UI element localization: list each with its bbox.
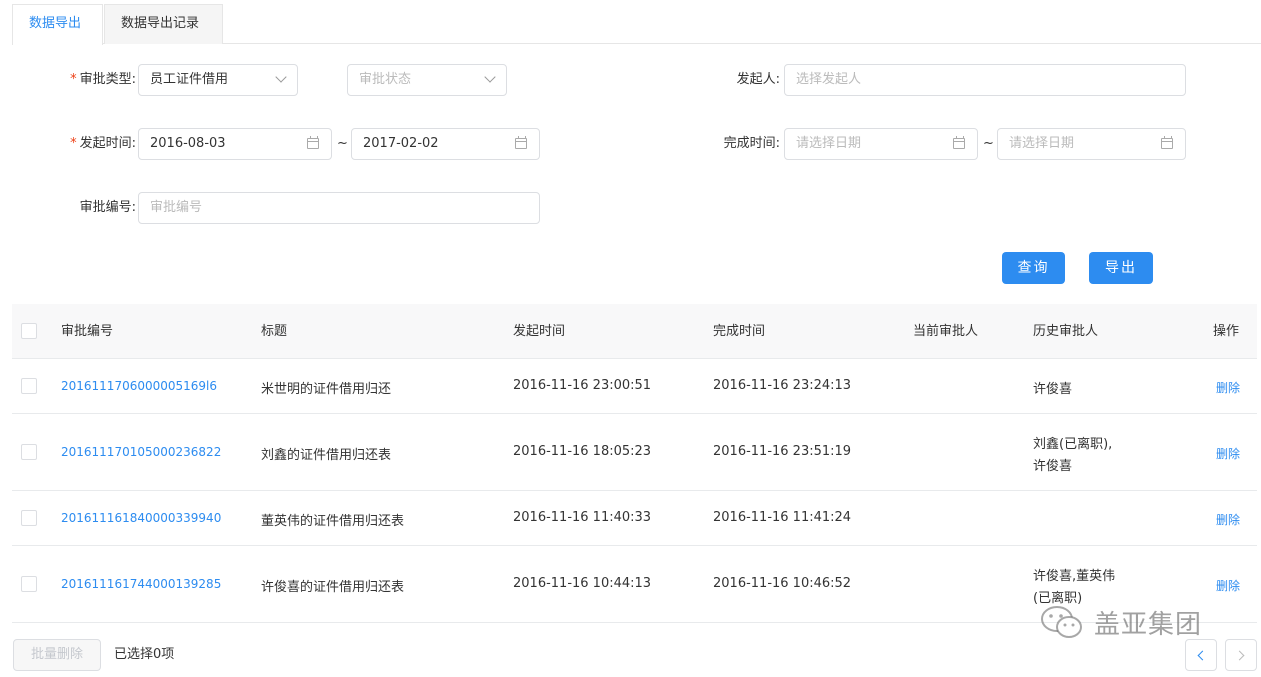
approval-type-label: * 审批类型: — [40, 64, 136, 96]
finish-date-from-picker[interactable]: 请选择日期 — [784, 128, 978, 160]
finish-time-label: 完成时间: — [723, 136, 780, 151]
start-time-label-text: 发起时间: — [79, 136, 136, 151]
query-button[interactable]: 查询 — [1002, 252, 1065, 284]
initiator-label: 发起人: — [736, 72, 780, 87]
select-all-checkbox[interactable] — [21, 323, 37, 339]
calendar-icon — [1161, 136, 1173, 149]
start-date-to-value: 2017-02-02 — [363, 136, 439, 151]
table-header: 审批编号 标题 发起时间 完成时间 当前审批人 历史审批人 操作 — [12, 304, 1257, 359]
column-header: 发起时间 — [513, 324, 566, 339]
tab-data-export[interactable]: 数据导出 — [12, 4, 103, 45]
row-title: 许俊喜的证件借用归还表 — [261, 580, 405, 595]
initiator-select[interactable]: 选择发起人 — [784, 64, 1186, 96]
column-header: 当前审批人 — [913, 324, 979, 339]
approval-id-link[interactable]: 201611161744000139285 — [61, 577, 221, 591]
approval-type-label-text: 审批类型: — [79, 72, 136, 87]
column-header: 完成时间 — [713, 324, 766, 339]
finish-date-to-placeholder: 请选择日期 — [1009, 136, 1075, 151]
approval-id-link[interactable]: 201611161840000339940 — [61, 511, 221, 525]
row-checkbox[interactable] — [21, 576, 37, 592]
row-title: 董英伟的证件借用归还表 — [261, 514, 405, 529]
calendar-icon — [307, 136, 319, 149]
next-page-button[interactable] — [1225, 639, 1257, 671]
row-finish-time: 2016-11-16 23:51:19 — [713, 444, 852, 459]
required-mark: * — [70, 72, 77, 87]
watermark: 盖亚集团 — [1038, 602, 1202, 642]
finish-date-from-placeholder: 请选择日期 — [796, 136, 862, 151]
approval-id-link[interactable]: 2016111706000005169l6 — [61, 379, 217, 393]
start-date-from-picker[interactable]: 2016-08-03 — [138, 128, 332, 160]
chevron-down-icon — [275, 71, 287, 83]
row-title: 刘鑫的证件借用归还表 — [261, 448, 392, 463]
start-date-from-value: 2016-08-03 — [150, 136, 226, 151]
range-separator: ~ — [983, 136, 994, 151]
row-finish-time: 2016-11-16 11:41:24 — [713, 510, 852, 525]
approval-type-value: 员工证件借用 — [150, 72, 229, 87]
table-row: 201611170105000236822 刘鑫的证件借用归还表 2016-11… — [12, 414, 1257, 491]
delete-link[interactable]: 删除 — [1216, 577, 1240, 594]
finish-date-to-picker[interactable]: 请选择日期 — [997, 128, 1186, 160]
batch-delete-button[interactable]: 批量删除 — [13, 639, 101, 671]
row-start-time: 2016-11-16 23:00:51 — [513, 378, 652, 393]
export-button[interactable]: 导出 — [1089, 252, 1153, 284]
chevron-left-icon — [1197, 650, 1208, 661]
approval-no-placeholder: 审批编号 — [150, 200, 203, 215]
row-start-time: 2016-11-16 18:05:23 — [513, 444, 652, 459]
row-title: 米世明的证件借用归还 — [261, 382, 392, 397]
row-checkbox[interactable] — [21, 510, 37, 526]
watermark-text: 盖亚集团 — [1094, 609, 1203, 640]
row-history-approver: 许俊喜 — [1033, 459, 1073, 474]
column-header: 审批编号 — [61, 324, 114, 339]
calendar-icon — [515, 136, 527, 149]
wechat-icon — [1041, 606, 1082, 638]
row-finish-time: 2016-11-16 10:46:52 — [713, 576, 852, 591]
row-checkbox[interactable] — [21, 444, 37, 460]
column-header: 标题 — [261, 324, 288, 339]
delete-link[interactable]: 删除 — [1216, 379, 1240, 396]
row-start-time: 2016-11-16 11:40:33 — [513, 510, 652, 525]
row-history-approver: 许俊喜 — [1033, 382, 1073, 397]
table-row: 201611161840000339940 董英伟的证件借用归还表 2016-1… — [12, 491, 1257, 546]
tab-export-records[interactable]: 数据导出记录 — [104, 4, 223, 44]
column-header: 历史审批人 — [1033, 324, 1099, 339]
chevron-down-icon — [484, 71, 496, 83]
table-row: 2016111706000005169l6 米世明的证件借用归还 2016-11… — [12, 359, 1257, 414]
approval-status-placeholder: 审批状态 — [359, 72, 412, 87]
approval-no-input[interactable]: 审批编号 — [138, 192, 540, 224]
range-separator: ~ — [337, 136, 348, 151]
prev-page-button[interactable] — [1185, 639, 1217, 671]
row-history-approver: 许俊喜,董英伟 — [1033, 569, 1116, 584]
approval-id-link[interactable]: 201611170105000236822 — [61, 445, 221, 459]
approval-type-select[interactable]: 员工证件借用 — [138, 64, 298, 96]
column-header: 操作 — [1213, 324, 1240, 339]
calendar-icon — [953, 136, 965, 149]
chevron-right-icon — [1234, 650, 1245, 661]
approval-status-select[interactable]: 审批状态 — [347, 64, 507, 96]
initiator-placeholder: 选择发起人 — [796, 72, 862, 87]
delete-link[interactable]: 删除 — [1216, 445, 1240, 462]
start-time-label: * 发起时间: — [40, 128, 136, 160]
row-checkbox[interactable] — [21, 378, 37, 394]
row-history-approver: 刘鑫(已离职), — [1033, 437, 1113, 452]
approval-no-label: 审批编号: — [79, 200, 136, 215]
row-start-time: 2016-11-16 10:44:13 — [513, 576, 652, 591]
delete-link[interactable]: 删除 — [1216, 511, 1240, 528]
start-date-to-picker[interactable]: 2017-02-02 — [351, 128, 540, 160]
row-finish-time: 2016-11-16 23:24:13 — [713, 378, 852, 393]
required-mark: * — [70, 136, 77, 151]
selected-count: 已选择0项 — [114, 647, 175, 662]
tab-bar: 数据导出 数据导出记录 — [12, 4, 1261, 45]
